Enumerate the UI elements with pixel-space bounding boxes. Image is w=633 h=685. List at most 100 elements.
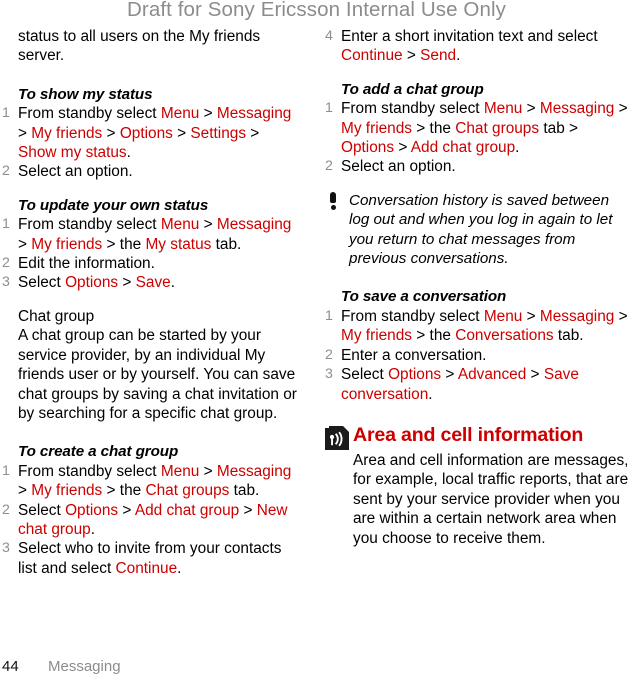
step-text: Select an option.: [341, 158, 456, 175]
body-text: Select: [18, 274, 66, 292]
list-item: 1 From standby select Menu > Messaging >…: [325, 99, 633, 157]
body-text: tab >: [539, 119, 579, 137]
step-number: 1: [325, 100, 333, 117]
ui-term: My friends: [31, 482, 103, 500]
page-footer: 44 Messaging: [2, 657, 302, 677]
ui-term: Options: [341, 139, 395, 157]
body-text: From standby select: [341, 100, 484, 118]
section-heading-add-chat-group: To add a chat group: [341, 80, 484, 98]
body-text: > the: [102, 235, 146, 253]
body-text: >: [18, 482, 32, 500]
body-text: Select an option.: [18, 163, 133, 181]
ui-term: Messaging: [216, 216, 292, 234]
body-text: .: [126, 144, 131, 162]
list-item: 1 From standby select Menu > Messaging >…: [2, 462, 302, 501]
chapter-heading-block: Area and cell information: [325, 423, 633, 451]
ui-term: My friends: [31, 235, 103, 253]
list-item: 3 Select who to invite from your contact…: [2, 539, 302, 578]
ui-term: Chat groups: [455, 119, 540, 137]
footer-chapter-title: Messaging: [48, 658, 121, 675]
body-text: >: [199, 462, 217, 480]
step-text: From standby select Menu > Messaging > M…: [18, 216, 291, 252]
ui-term: Send: [420, 47, 457, 65]
body-text: >: [18, 124, 32, 142]
steps-save-conversation: 1 From standby select Menu > Messaging >…: [325, 307, 633, 404]
ui-term: Menu: [483, 100, 523, 118]
body-text: Select an option.: [341, 158, 456, 176]
steps-show-my-status: 1 From standby select Menu > Messaging >…: [2, 104, 302, 182]
step-text: Select Options > Add chat group > New ch…: [18, 502, 288, 538]
list-item: 2 Select an option.: [2, 162, 302, 181]
body-text: >: [118, 274, 136, 292]
ui-term: My friends: [341, 327, 412, 345]
list-item: 4 Enter a short invitation text and sele…: [325, 27, 633, 66]
step-text: From standby select Menu > Messaging > M…: [341, 100, 628, 156]
body-text: >: [239, 501, 257, 519]
section-heading-create-chat-group: To create a chat group: [18, 443, 179, 461]
body-text: Edit the information.: [18, 255, 155, 273]
page-body: status to all users on the My friends se…: [0, 27, 633, 617]
step-number: 2: [2, 501, 10, 518]
section-heading-show-my-status: To show my status: [18, 85, 153, 103]
ui-term: Save: [135, 274, 171, 292]
body-text: Select: [341, 366, 389, 384]
body-text: >: [614, 307, 628, 325]
body-text: >: [441, 366, 458, 384]
body-text: From standby select: [18, 462, 161, 480]
step-number: 1: [2, 105, 10, 122]
page-title: Area and cell information: [353, 423, 584, 446]
ui-term: My friends: [31, 124, 103, 142]
body-text: >: [402, 47, 421, 65]
list-item: 2 Enter a conversation.: [325, 346, 633, 365]
body-text: >: [199, 216, 217, 234]
ui-term: Continue: [341, 47, 403, 65]
body-text: > the: [412, 327, 456, 345]
body-text: > the: [102, 482, 146, 500]
step-text: Select Options > Advanced > Save convers…: [341, 366, 579, 402]
footer-page-number: 44: [2, 658, 19, 675]
body-text: Enter a conversation.: [341, 346, 487, 364]
ui-term: Conversations: [455, 327, 554, 345]
step-number: 3: [2, 540, 10, 557]
body-text: >: [522, 307, 540, 325]
body-text: tab.: [211, 235, 242, 253]
body-text: .: [90, 520, 96, 538]
body-text: >: [394, 139, 411, 157]
body-text: .: [456, 47, 461, 65]
section-heading-save-conversation: To save a conversation: [341, 288, 507, 306]
continued-paragraph: status to all users on the My friends se…: [18, 28, 261, 65]
list-item: 2 Select Options > Add chat group > New …: [2, 501, 302, 540]
ui-term: Menu: [160, 105, 200, 123]
step-text: From standby select Menu > Messaging > M…: [18, 463, 291, 499]
body-text: .: [428, 385, 433, 403]
step-number: 1: [2, 462, 10, 479]
step-text: From standby select Menu > Messaging > M…: [18, 105, 291, 161]
step-text: From standby select Menu > Messaging > M…: [341, 308, 628, 344]
list-item: 2 Select an option.: [325, 157, 633, 176]
note-callout: Conversation history is saved between lo…: [325, 191, 633, 269]
body-text: >: [18, 235, 32, 253]
ui-term: Show my status: [18, 144, 127, 162]
section-heading-update-your-own-status: To update your own status: [18, 196, 209, 214]
list-item: 1 From standby select Menu > Messaging >…: [2, 215, 302, 254]
note-text: Conversation history is saved between lo…: [349, 191, 613, 268]
ui-term: My friends: [341, 119, 412, 137]
broadcast-antenna-icon: [325, 425, 349, 450]
exclamation-icon: [328, 191, 338, 210]
left-column: status to all users on the My friends se…: [2, 27, 302, 578]
step-number: 2: [325, 158, 333, 175]
list-item: 2 Edit the information.: [2, 254, 302, 273]
body-text: >: [102, 124, 120, 142]
list-item: 1 From standby select Menu > Messaging >…: [325, 307, 633, 346]
chapter-body: Area and cell information are messages, …: [353, 451, 629, 547]
ui-term: Continue: [115, 559, 178, 577]
ui-term: Settings: [190, 124, 247, 142]
ui-term: Options: [388, 366, 442, 384]
ui-term: Options: [65, 501, 119, 519]
